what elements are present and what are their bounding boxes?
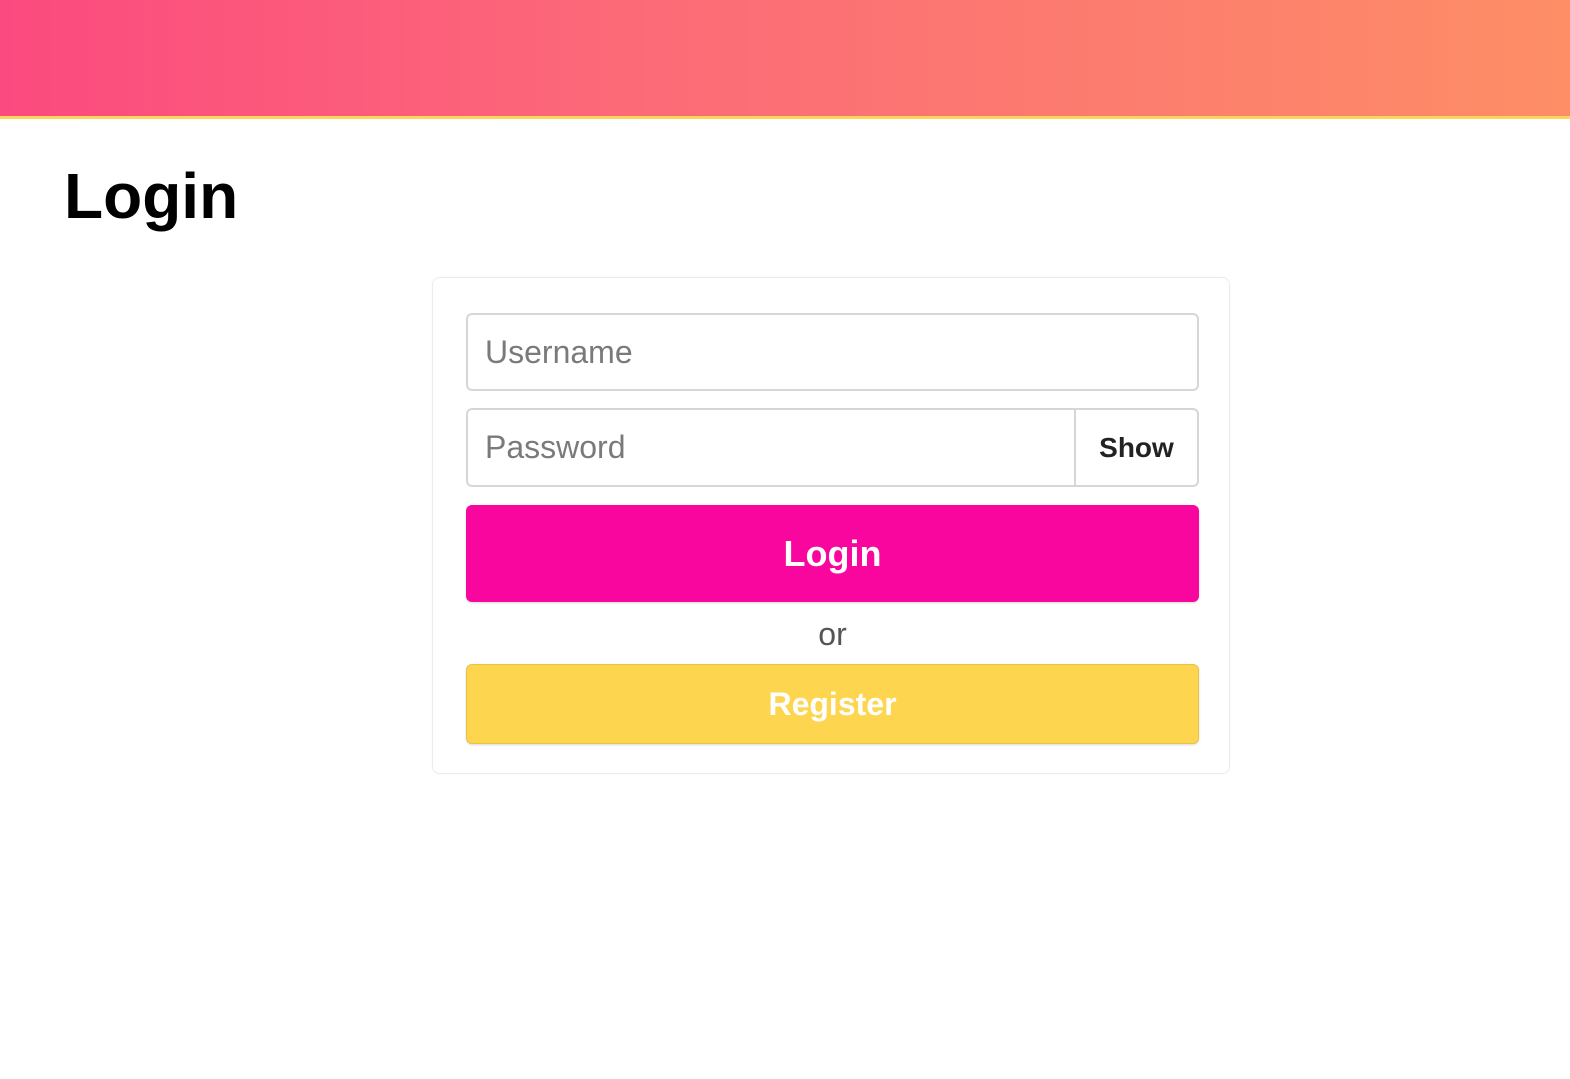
top-banner — [0, 0, 1570, 119]
password-group: Show — [466, 408, 1199, 487]
login-card: Show Login or Register — [432, 277, 1230, 774]
register-button[interactable]: Register — [466, 664, 1199, 744]
username-input[interactable] — [466, 313, 1199, 391]
show-password-button[interactable]: Show — [1074, 410, 1197, 485]
or-separator: or — [818, 616, 847, 652]
page-title: Login — [64, 160, 239, 232]
password-input[interactable] — [468, 410, 1074, 485]
login-button[interactable]: Login — [466, 505, 1199, 602]
